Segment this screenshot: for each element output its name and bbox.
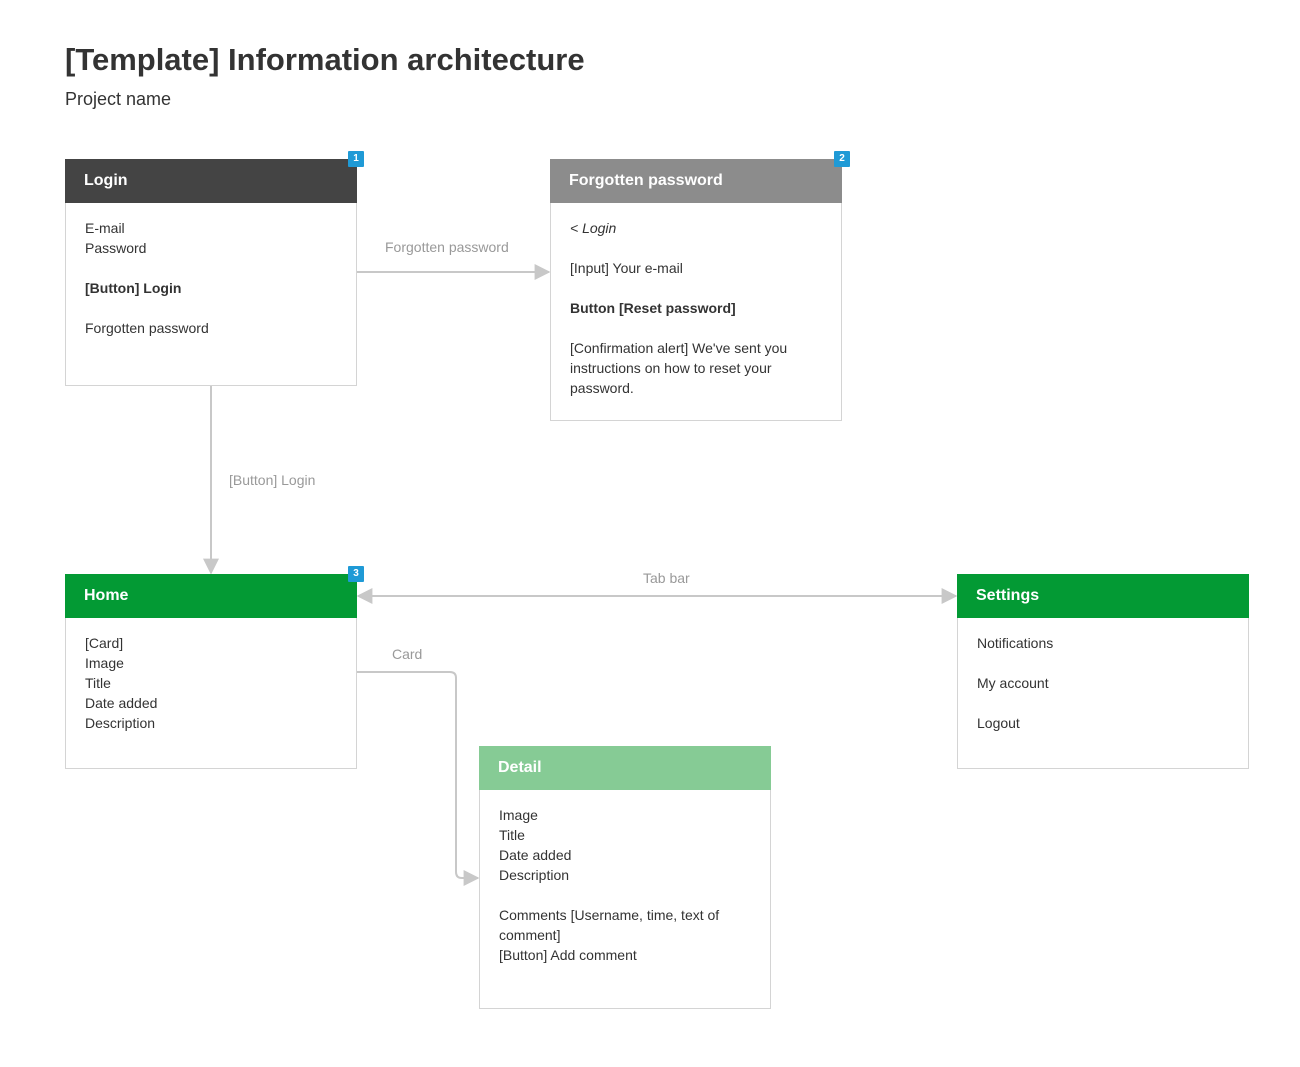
edge-home-to-detail bbox=[357, 671, 480, 886]
node-line: [Card] bbox=[85, 635, 124, 651]
node-forgotten-password-body: < Login [Input] Your e-mail Button [Rese… bbox=[551, 203, 841, 398]
node-forgotten-password-header: Forgotten password bbox=[550, 159, 842, 203]
node-line: Logout bbox=[977, 715, 1020, 731]
node-login-body: E-mail Password [Button] Login Forgotten… bbox=[66, 203, 356, 338]
node-line bbox=[570, 278, 822, 298]
edge-label-card: Card bbox=[392, 646, 423, 662]
node-number-badge: 3 bbox=[348, 566, 364, 582]
node-line: comment] bbox=[499, 927, 561, 943]
edge-label-tab-bar: Tab bar bbox=[643, 570, 690, 586]
node-line: Notifications bbox=[977, 635, 1054, 651]
node-line: [Button] Login bbox=[85, 280, 182, 296]
node-line: Description bbox=[499, 867, 570, 883]
node-detail-header: Detail bbox=[479, 746, 771, 790]
node-line bbox=[570, 318, 822, 338]
node-line bbox=[499, 885, 751, 905]
node-line bbox=[570, 238, 822, 258]
node-line bbox=[85, 258, 337, 278]
node-line: Button [Reset password] bbox=[570, 300, 736, 316]
node-line: [Button] Add comment bbox=[499, 947, 637, 963]
node-line: password. bbox=[570, 380, 634, 396]
node-line bbox=[85, 298, 337, 318]
node-number-badge: 2 bbox=[834, 151, 850, 167]
node-home-header: Home bbox=[65, 574, 357, 618]
node-login: Login E-mail Password [Button] Login For… bbox=[65, 159, 357, 386]
node-line: < Login bbox=[570, 220, 617, 236]
node-line bbox=[977, 653, 1229, 673]
node-settings-body: Notifications My account Logout bbox=[958, 618, 1248, 733]
node-line: Date added bbox=[85, 695, 158, 711]
node-line: Title bbox=[499, 827, 525, 843]
edge-label-button-login: [Button] Login bbox=[229, 472, 316, 488]
node-line: Date added bbox=[499, 847, 572, 863]
node-settings-header: Settings bbox=[957, 574, 1249, 618]
node-home-body: [Card] Image Title Date added Descriptio… bbox=[66, 618, 356, 733]
node-number-badge: 1 bbox=[348, 151, 364, 167]
node-line: Image bbox=[85, 655, 124, 671]
node-line: instructions on how to reset your bbox=[570, 360, 772, 376]
node-line: My account bbox=[977, 675, 1049, 691]
node-line: Title bbox=[85, 675, 111, 691]
node-settings: Settings Notifications My account Logout bbox=[957, 574, 1249, 769]
node-line: Image bbox=[499, 807, 538, 823]
edge-label-forgotten-password: Forgotten password bbox=[385, 239, 509, 255]
node-detail: Detail Image Title Date added Descriptio… bbox=[479, 746, 771, 1009]
node-forgotten-password: Forgotten password < Login [Input] Your … bbox=[550, 159, 842, 421]
node-line: Comments [Username, time, text of bbox=[499, 907, 720, 923]
node-line: [Confirmation alert] We've sent you bbox=[570, 340, 788, 356]
node-line: [Input] Your e-mail bbox=[570, 260, 683, 276]
node-line: Forgotten password bbox=[85, 320, 209, 336]
node-line: Password bbox=[85, 240, 147, 256]
node-line bbox=[977, 693, 1229, 713]
node-line: E-mail bbox=[85, 220, 125, 236]
node-home: Home [Card] Image Title Date added Descr… bbox=[65, 574, 357, 769]
node-detail-body: Image Title Date added Description Comme… bbox=[480, 790, 770, 965]
node-login-header: Login bbox=[65, 159, 357, 203]
node-line: Description bbox=[85, 715, 156, 731]
